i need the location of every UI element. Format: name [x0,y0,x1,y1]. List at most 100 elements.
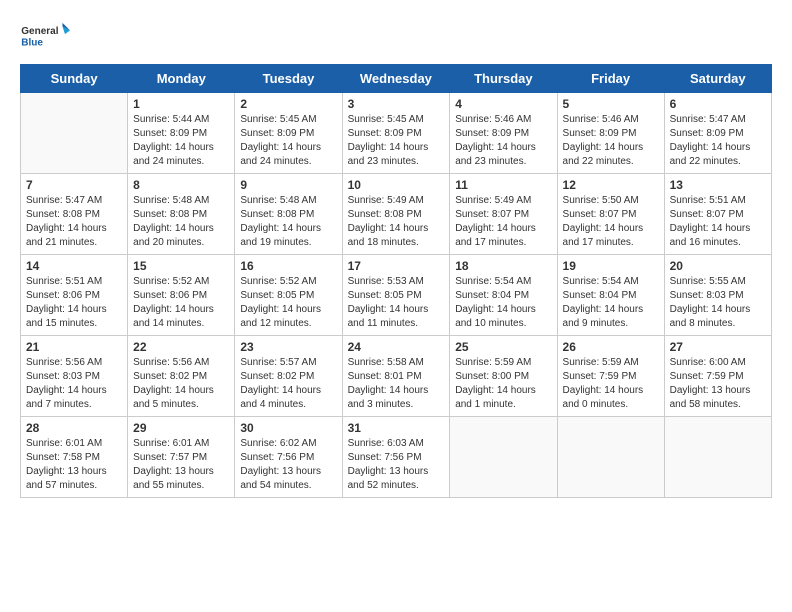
calendar-cell [450,417,557,498]
weekday-header-thursday: Thursday [450,65,557,93]
day-number: 24 [348,340,445,354]
day-info: Sunrise: 5:45 AM Sunset: 8:09 PM Dayligh… [348,113,445,169]
week-row-2: 7 Sunrise: 5:47 AM Sunset: 8:08 PM Daylig… [21,174,772,255]
day-info: Sunrise: 5:45 AM Sunset: 8:09 PM Dayligh… [240,113,336,169]
day-info: Sunrise: 5:48 AM Sunset: 8:08 PM Dayligh… [240,194,336,250]
day-info: Sunrise: 5:57 AM Sunset: 8:02 PM Dayligh… [240,356,336,412]
day-number: 15 [133,259,229,273]
logo: General Blue [20,16,70,56]
calendar-cell: 13 Sunrise: 5:51 AM Sunset: 8:07 PM Dayli… [664,174,771,255]
day-info: Sunrise: 5:52 AM Sunset: 8:06 PM Dayligh… [133,275,229,331]
day-info: Sunrise: 5:51 AM Sunset: 8:07 PM Dayligh… [670,194,766,250]
day-number: 22 [133,340,229,354]
day-info: Sunrise: 5:46 AM Sunset: 8:09 PM Dayligh… [563,113,659,169]
calendar-cell: 9 Sunrise: 5:48 AM Sunset: 8:08 PM Daylig… [235,174,342,255]
calendar-cell: 28Sunrise: 6:01 AM Sunset: 7:58 PM Dayli… [21,417,128,498]
day-info: Sunrise: 5:49 AM Sunset: 8:08 PM Dayligh… [348,194,445,250]
calendar-cell: 27 Sunrise: 6:00 AM Sunset: 7:59 PM Dayli… [664,336,771,417]
calendar-cell: 16Sunrise: 5:52 AM Sunset: 8:05 PM Dayli… [235,255,342,336]
day-info: Sunrise: 5:44 AM Sunset: 8:09 PM Dayligh… [133,113,229,169]
day-number: 11 [455,178,551,192]
calendar-cell: 18 Sunrise: 5:54 AM Sunset: 8:04 PM Dayli… [450,255,557,336]
calendar-cell: 5 Sunrise: 5:46 AM Sunset: 8:09 PM Daylig… [557,93,664,174]
calendar-cell: 11 Sunrise: 5:49 AM Sunset: 8:07 PM Dayli… [450,174,557,255]
day-info: Sunrise: 6:01 AM Sunset: 7:58 PM Dayligh… [26,437,122,493]
day-number: 8 [133,178,229,192]
day-number: 1 [133,97,229,111]
day-info: Sunrise: 5:51 AM Sunset: 8:06 PM Dayligh… [26,275,122,331]
day-info: Sunrise: 5:50 AM Sunset: 8:07 PM Dayligh… [563,194,659,250]
calendar-cell: 17 Sunrise: 5:53 AM Sunset: 8:05 PM Dayli… [342,255,450,336]
day-number: 13 [670,178,766,192]
day-number: 14 [26,259,122,273]
weekday-header-tuesday: Tuesday [235,65,342,93]
calendar-cell: 8 Sunrise: 5:48 AM Sunset: 8:08 PM Daylig… [128,174,235,255]
calendar-cell [664,417,771,498]
logo-svg: General Blue [20,16,70,56]
calendar-cell: 15 Sunrise: 5:52 AM Sunset: 8:06 PM Dayli… [128,255,235,336]
day-number: 20 [670,259,766,273]
weekday-header-monday: Monday [128,65,235,93]
day-number: 29 [133,421,229,435]
day-number: 5 [563,97,659,111]
week-row-4: 21Sunrise: 5:56 AM Sunset: 8:03 PM Dayli… [21,336,772,417]
calendar-cell: 3 Sunrise: 5:45 AM Sunset: 8:09 PM Daylig… [342,93,450,174]
day-info: Sunrise: 6:01 AM Sunset: 7:57 PM Dayligh… [133,437,229,493]
day-number: 26 [563,340,659,354]
calendar-cell: 25Sunrise: 5:59 AM Sunset: 8:00 PM Dayli… [450,336,557,417]
calendar-cell: 1 Sunrise: 5:44 AM Sunset: 8:09 PM Daylig… [128,93,235,174]
calendar-cell: 14 Sunrise: 5:51 AM Sunset: 8:06 PM Dayli… [21,255,128,336]
calendar-cell: 7 Sunrise: 5:47 AM Sunset: 8:08 PM Daylig… [21,174,128,255]
calendar-cell: 29 Sunrise: 6:01 AM Sunset: 7:57 PM Dayli… [128,417,235,498]
day-info: Sunrise: 6:03 AM Sunset: 7:56 PM Dayligh… [348,437,445,493]
day-number: 10 [348,178,445,192]
day-number: 25 [455,340,551,354]
weekday-header-sunday: Sunday [21,65,128,93]
calendar-cell: 2Sunrise: 5:45 AM Sunset: 8:09 PM Daylig… [235,93,342,174]
header: General Blue [20,16,772,56]
calendar-cell [557,417,664,498]
calendar-cell: 24 Sunrise: 5:58 AM Sunset: 8:01 PM Dayli… [342,336,450,417]
calendar-table: SundayMondayTuesdayWednesdayThursdayFrid… [20,64,772,498]
day-number: 18 [455,259,551,273]
svg-text:General: General [21,26,58,37]
calendar-cell [21,93,128,174]
day-number: 27 [670,340,766,354]
day-info: Sunrise: 5:53 AM Sunset: 8:05 PM Dayligh… [348,275,445,331]
day-number: 30 [240,421,336,435]
day-info: Sunrise: 5:52 AM Sunset: 8:05 PM Dayligh… [240,275,336,331]
day-number: 3 [348,97,445,111]
calendar-cell: 6Sunrise: 5:47 AM Sunset: 8:09 PM Daylig… [664,93,771,174]
day-number: 4 [455,97,551,111]
day-info: Sunrise: 5:54 AM Sunset: 8:04 PM Dayligh… [563,275,659,331]
calendar-cell: 22 Sunrise: 5:56 AM Sunset: 8:02 PM Dayli… [128,336,235,417]
weekday-header-row: SundayMondayTuesdayWednesdayThursdayFrid… [21,65,772,93]
calendar-cell: 20 Sunrise: 5:55 AM Sunset: 8:03 PM Dayli… [664,255,771,336]
calendar-cell: 31 Sunrise: 6:03 AM Sunset: 7:56 PM Dayli… [342,417,450,498]
day-number: 7 [26,178,122,192]
day-number: 23 [240,340,336,354]
day-info: Sunrise: 5:48 AM Sunset: 8:08 PM Dayligh… [133,194,229,250]
weekday-header-friday: Friday [557,65,664,93]
weekday-header-saturday: Saturday [664,65,771,93]
calendar-cell: 26Sunrise: 5:59 AM Sunset: 7:59 PM Dayli… [557,336,664,417]
week-row-5: 28Sunrise: 6:01 AM Sunset: 7:58 PM Dayli… [21,417,772,498]
calendar-cell: 10 Sunrise: 5:49 AM Sunset: 8:08 PM Dayli… [342,174,450,255]
day-info: Sunrise: 5:54 AM Sunset: 8:04 PM Dayligh… [455,275,551,331]
day-info: Sunrise: 5:56 AM Sunset: 8:02 PM Dayligh… [133,356,229,412]
day-info: Sunrise: 6:00 AM Sunset: 7:59 PM Dayligh… [670,356,766,412]
day-info: Sunrise: 5:58 AM Sunset: 8:01 PM Dayligh… [348,356,445,412]
day-number: 19 [563,259,659,273]
calendar-cell: 19 Sunrise: 5:54 AM Sunset: 8:04 PM Dayli… [557,255,664,336]
day-number: 6 [670,97,766,111]
day-number: 9 [240,178,336,192]
calendar-cell: 12Sunrise: 5:50 AM Sunset: 8:07 PM Dayli… [557,174,664,255]
calendar-cell: 21Sunrise: 5:56 AM Sunset: 8:03 PM Dayli… [21,336,128,417]
day-info: Sunrise: 5:56 AM Sunset: 8:03 PM Dayligh… [26,356,122,412]
day-info: Sunrise: 5:55 AM Sunset: 8:03 PM Dayligh… [670,275,766,331]
day-number: 31 [348,421,445,435]
day-info: Sunrise: 5:46 AM Sunset: 8:09 PM Dayligh… [455,113,551,169]
day-info: Sunrise: 5:47 AM Sunset: 8:08 PM Dayligh… [26,194,122,250]
day-info: Sunrise: 5:49 AM Sunset: 8:07 PM Dayligh… [455,194,551,250]
day-number: 17 [348,259,445,273]
